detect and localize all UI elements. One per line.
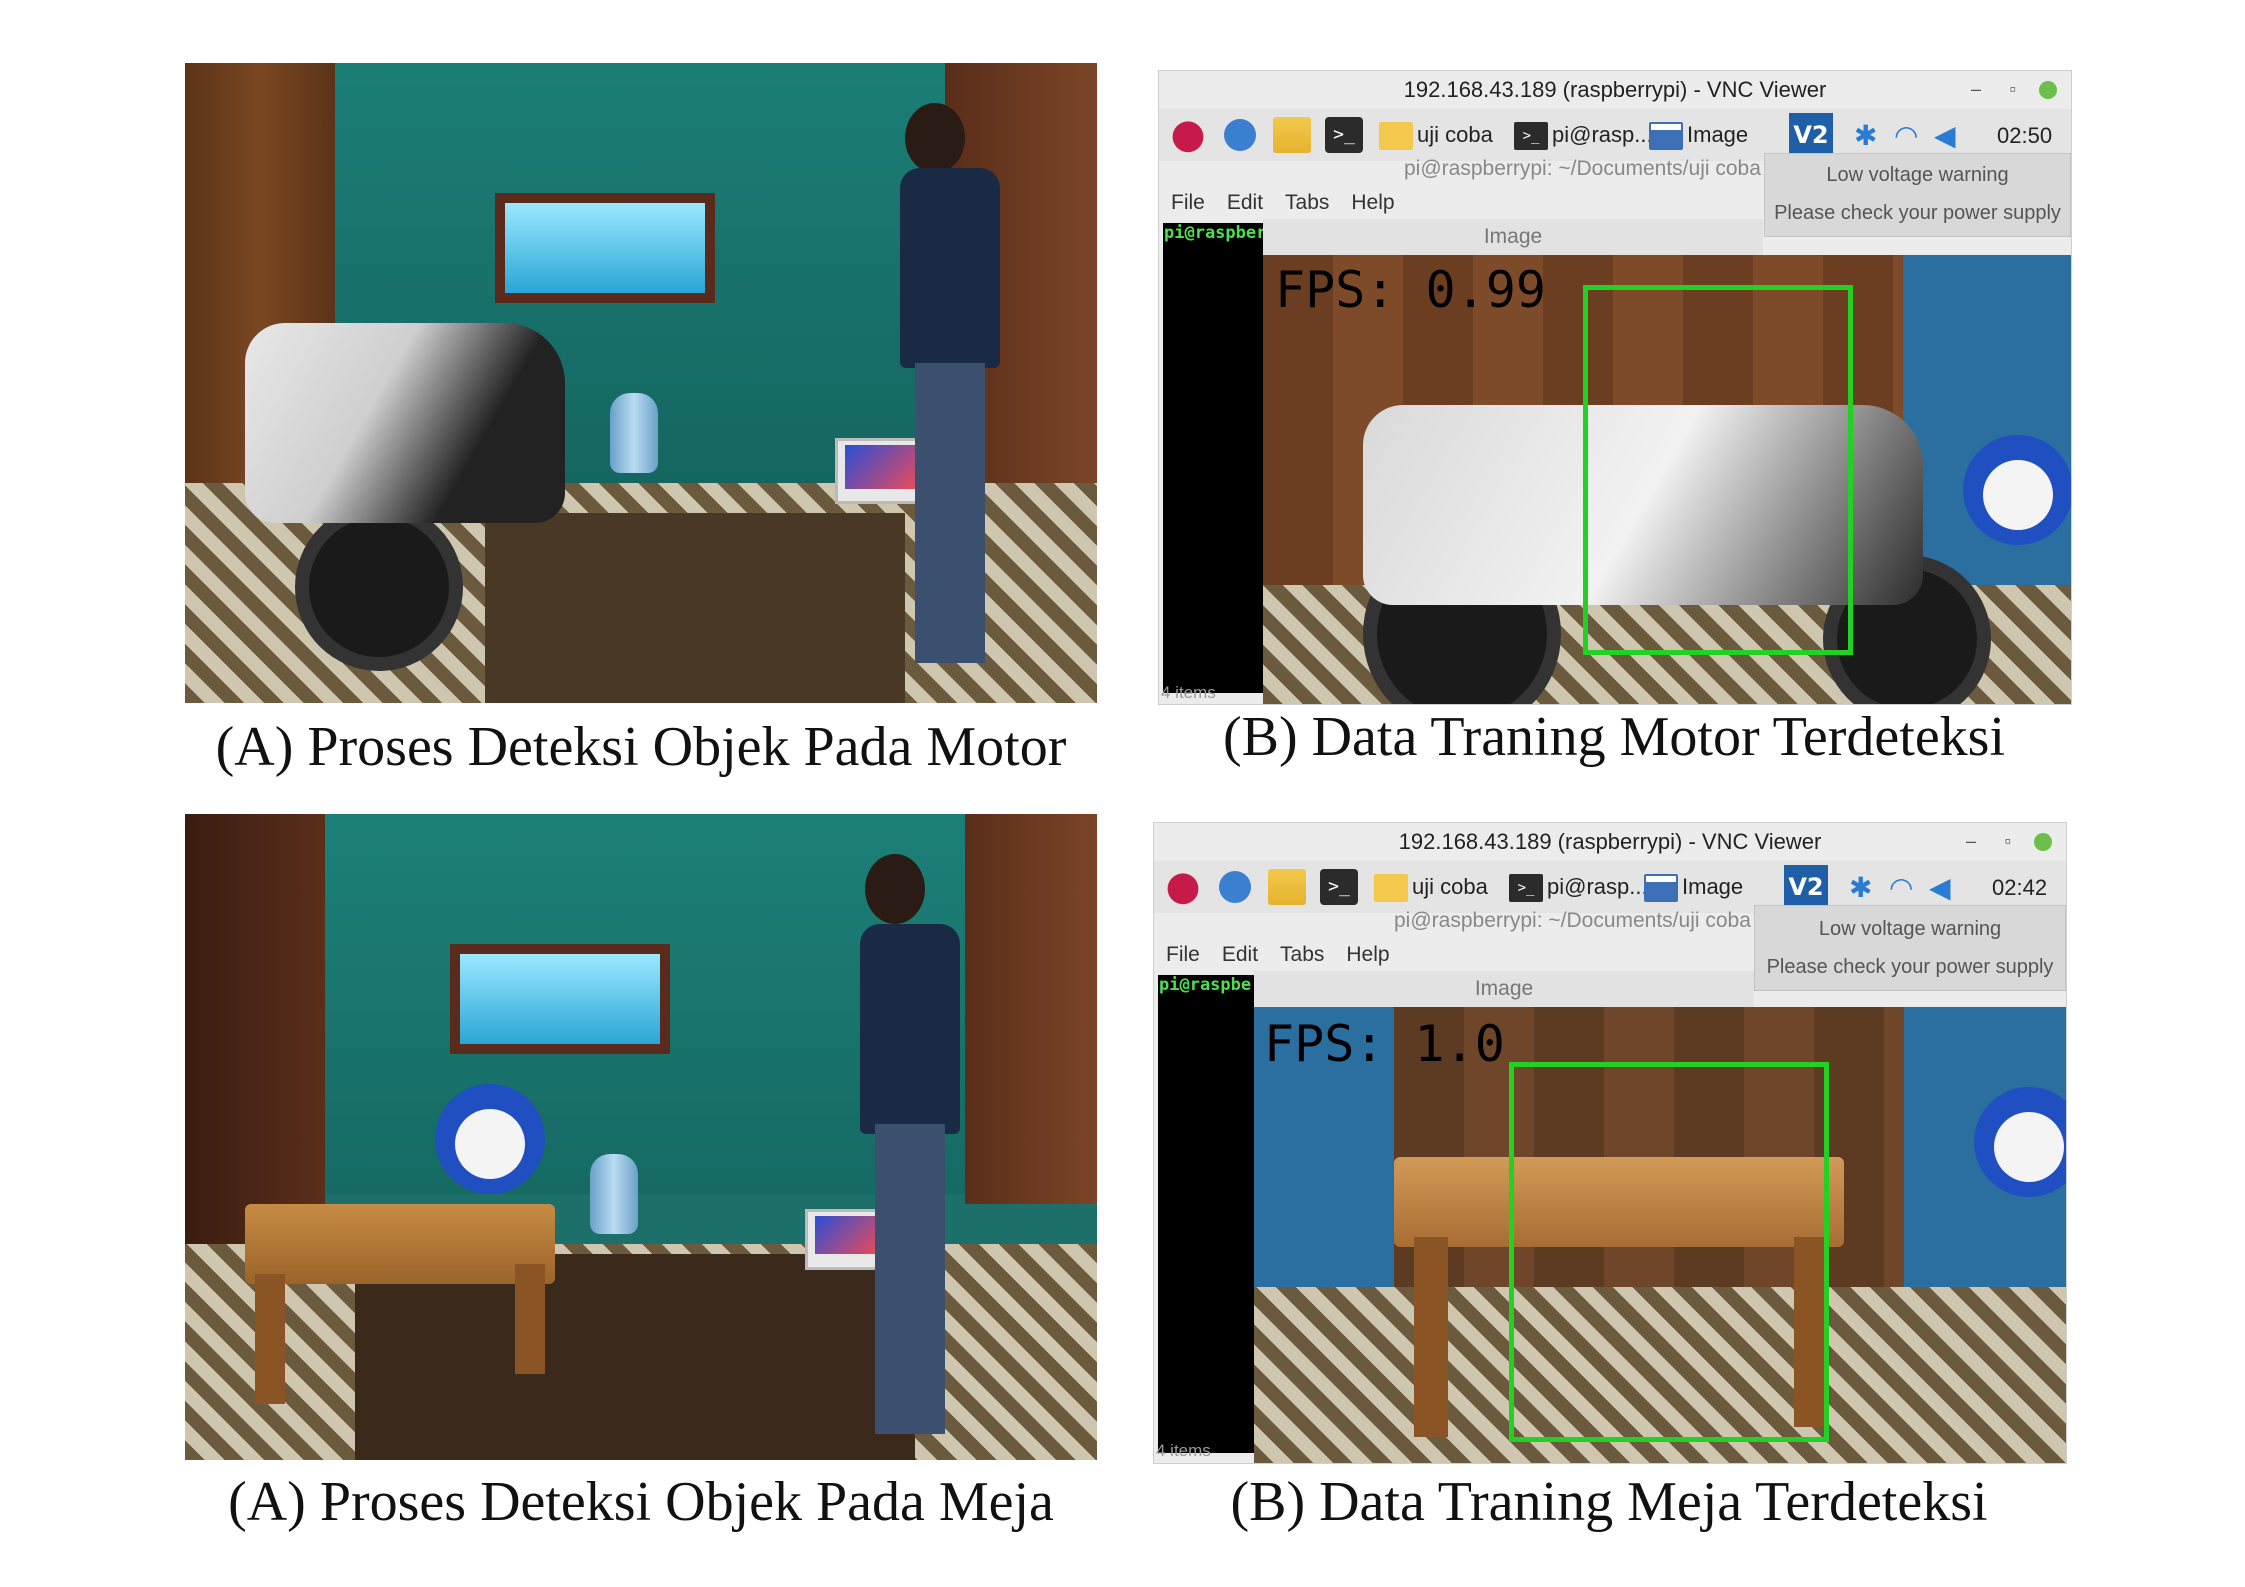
restore-icon[interactable]: ▫ <box>2005 831 2011 852</box>
taskbar-task-folder[interactable]: uji coba <box>1379 115 1493 155</box>
close-icon[interactable] <box>2039 81 2057 99</box>
terminal-pane[interactable] <box>1158 975 1254 1453</box>
taskbar-task-terminal[interactable]: >_ pi@rasp... <box>1514 115 1653 155</box>
detection-bounding-box <box>1583 285 1853 655</box>
vnc-server-icon[interactable]: V2 <box>1784 865 1828 909</box>
caption-motor-trained: (B) Data Traning Motor Terdeteksi <box>1222 706 2006 768</box>
terminal-pane[interactable] <box>1163 223 1263 693</box>
terminal-window-title: pi@raspberrypi: ~/Documents/uji coba <box>1394 909 1751 932</box>
menu-help[interactable]: Help <box>1346 943 1389 966</box>
window-title: 192.168.43.189 (raspberrypi) - VNC Viewe… <box>1403 77 1827 102</box>
terminal-icon[interactable]: >_ <box>1320 869 1358 905</box>
terminal-prompt: pi@raspber <box>1164 223 1267 243</box>
terminal-icon[interactable]: >_ <box>1325 117 1363 153</box>
terminal-icon: >_ <box>1509 874 1543 903</box>
items-status: 4 items <box>1156 1441 1211 1460</box>
volume-icon[interactable]: ◀ <box>1929 871 1951 904</box>
volume-icon[interactable]: ◀ <box>1934 119 1956 152</box>
taskbar-task-image[interactable]: Image <box>1644 867 1743 907</box>
clock: 02:42 <box>1992 875 2048 900</box>
terminal-window-title: pi@raspberrypi: ~/Documents/uji coba <box>1404 157 1761 180</box>
raspberry-menu-icon[interactable] <box>1169 117 1207 153</box>
notification-message: Please check your power supply <box>1774 202 2061 224</box>
photo-motor-detection <box>185 63 1097 703</box>
minimize-icon[interactable]: – <box>1966 831 1976 852</box>
menu-edit[interactable]: Edit <box>1227 191 1263 214</box>
fps-counter: FPS: 0.99 <box>1275 261 1546 319</box>
menu-file[interactable]: File <box>1166 943 1200 966</box>
terminal-prompt: pi@raspbe <box>1159 975 1252 995</box>
raspberry-menu-icon[interactable] <box>1164 869 1202 905</box>
menu-help[interactable]: Help <box>1351 191 1394 214</box>
vnc-window-table[interactable]: 192.168.43.189 (raspberrypi) - VNC Viewe… <box>1153 822 2067 1464</box>
wifi-icon[interactable]: ◠ <box>1894 119 1918 152</box>
menu-tabs[interactable]: Tabs <box>1280 943 1324 966</box>
menu-edit[interactable]: Edit <box>1222 943 1258 966</box>
image-window-titlebar: Image <box>1263 219 1763 255</box>
taskbar-task-image[interactable]: Image <box>1649 115 1748 155</box>
file-manager-icon[interactable] <box>1268 869 1306 905</box>
caption-table-detection: (A) Proses Deteksi Objek Pada Meja <box>228 1471 1054 1533</box>
clock: 02:50 <box>1997 123 2053 148</box>
notification-message: Please check your power supply <box>1766 956 2054 978</box>
minimize-icon[interactable]: – <box>1971 79 1981 100</box>
folder-icon <box>1374 874 1408 903</box>
window-icon <box>1644 874 1678 903</box>
file-manager-icon[interactable] <box>1273 117 1311 153</box>
browser-icon[interactable] <box>1221 117 1259 153</box>
wifi-icon[interactable]: ◠ <box>1889 871 1913 904</box>
restore-icon[interactable]: ▫ <box>2010 79 2016 100</box>
vnc-server-icon[interactable]: V2 <box>1789 113 1833 157</box>
vnc-window-motor[interactable]: 192.168.43.189 (raspberrypi) - VNC Viewe… <box>1158 70 2072 705</box>
low-voltage-notification[interactable]: Low voltage warning Please check your po… <box>1754 905 2066 991</box>
window-title: 192.168.43.189 (raspberrypi) - VNC Viewe… <box>1398 829 1822 854</box>
taskbar-task-folder[interactable]: uji coba <box>1374 867 1488 907</box>
caption-table-trained: (B) Data Traning Meja Terdeteksi <box>1230 1471 1988 1533</box>
notification-title: Low voltage warning <box>1818 918 2002 940</box>
terminal-menubar: File Edit Tabs Help <box>1166 943 1412 967</box>
terminal-icon: >_ <box>1514 122 1548 151</box>
browser-icon[interactable] <box>1216 869 1254 905</box>
fps-counter: FPS: 1.0 <box>1264 1015 1505 1073</box>
terminal-menubar: File Edit Tabs Help <box>1171 191 1417 215</box>
items-status: 4 items <box>1161 683 1216 702</box>
photo-table-detection <box>185 814 1097 1460</box>
taskbar-task-terminal[interactable]: >_ pi@rasp... <box>1509 867 1648 907</box>
low-voltage-notification[interactable]: Low voltage warning Please check your po… <box>1764 153 2071 237</box>
detection-bounding-box <box>1509 1062 1829 1442</box>
bluetooth-icon[interactable]: ✱ <box>1849 871 1872 904</box>
caption-motor-detection: (A) Proses Deteksi Objek Pada Motor <box>215 716 1067 778</box>
bluetooth-icon[interactable]: ✱ <box>1854 119 1877 152</box>
menu-tabs[interactable]: Tabs <box>1285 191 1329 214</box>
notification-title: Low voltage warning <box>1826 164 2009 186</box>
close-icon[interactable] <box>2034 833 2052 851</box>
folder-icon <box>1379 122 1413 151</box>
image-window-titlebar: Image <box>1254 971 1754 1007</box>
window-icon <box>1649 122 1683 151</box>
detection-image-view: FPS: 0.99 <box>1263 255 2071 704</box>
detection-image-view: FPS: 1.0 <box>1254 1007 2066 1463</box>
menu-file[interactable]: File <box>1171 191 1205 214</box>
